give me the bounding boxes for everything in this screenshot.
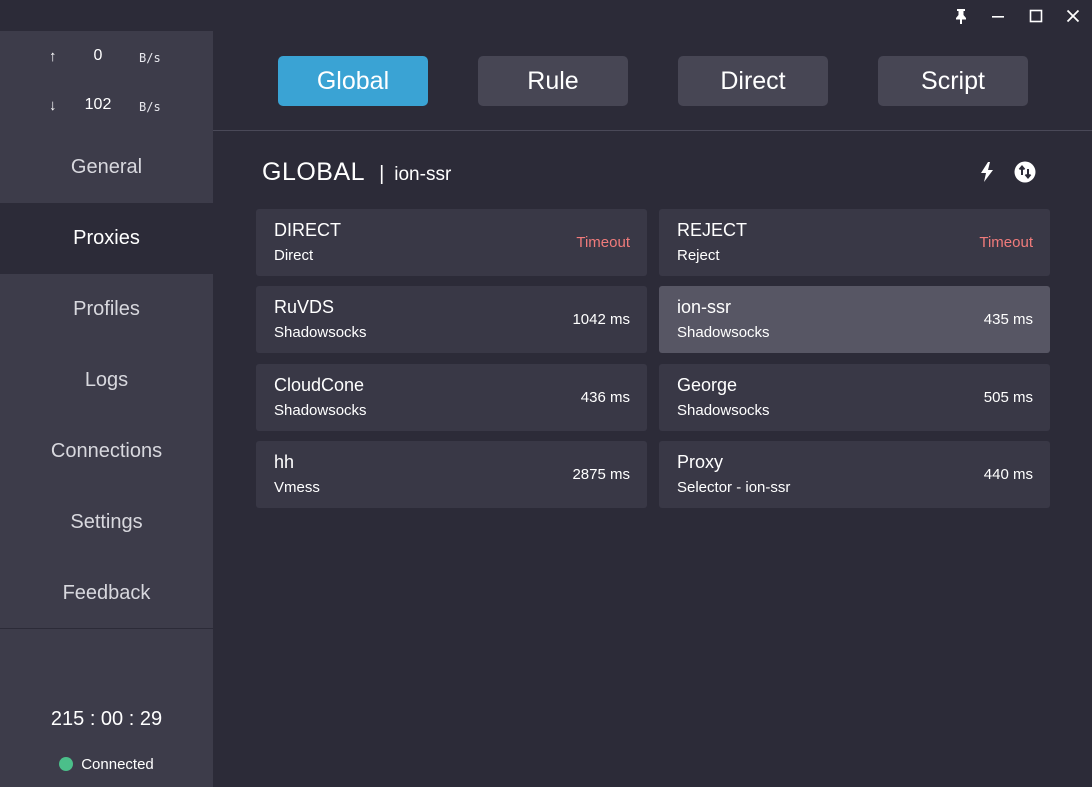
download-arrow-icon: ↓ [49, 97, 57, 114]
group-selected-proxy: ion-ssr [394, 164, 452, 185]
mode-direct-button[interactable]: Direct [678, 56, 828, 106]
sidebar-item-profiles[interactable]: Profiles [0, 274, 213, 345]
upload-arrow-icon: ↑ [49, 48, 57, 65]
proxy-card-reject[interactable]: REJECT Reject Timeout [659, 209, 1050, 276]
proxy-card-proxy[interactable]: Proxy Selector - ion-ssr 440 ms [659, 441, 1050, 508]
proxy-name: George [677, 375, 738, 395]
sidebar-item-feedback[interactable]: Feedback [0, 558, 213, 629]
pin-icon[interactable] [943, 0, 979, 31]
maximize-icon[interactable] [1018, 0, 1054, 31]
proxy-delay[interactable]: 505 ms [984, 389, 1033, 406]
download-speed: ↓ 102 B/s [0, 94, 213, 118]
proxy-delay[interactable]: 2875 ms [572, 466, 630, 483]
proxy-name: RuVDS [274, 297, 335, 317]
sidebar-item-connections[interactable]: Connections [0, 416, 213, 487]
status-dot-icon [59, 757, 74, 771]
proxy-card-ruvds[interactable]: RuVDS Shadowsocks 1042 ms [256, 286, 647, 353]
lightning-icon[interactable] [975, 160, 999, 184]
sidebar-item-settings[interactable]: Settings [0, 487, 213, 558]
proxy-name: CloudCone [274, 375, 365, 395]
proxy-type: Selector - ion-ssr [677, 479, 791, 496]
uptime-timer: 215 : 00 : 29 [50, 708, 163, 730]
close-icon[interactable] [1055, 0, 1091, 31]
proxy-name: Proxy [677, 452, 724, 472]
proxy-type: Shadowsocks [274, 324, 367, 341]
proxy-group-header: GLOBAL | ion-ssr [262, 158, 451, 192]
connection-status: Connected [0, 754, 213, 774]
upload-unit: B/s [139, 51, 161, 65]
mode-global-button[interactable]: Global [278, 56, 428, 106]
proxy-type: Reject [677, 247, 720, 264]
mode-rule-button[interactable]: Rule [478, 56, 628, 106]
proxy-type: Shadowsocks [677, 402, 770, 419]
sidebar-item-logs[interactable]: Logs [0, 345, 213, 416]
proxy-name: REJECT [677, 220, 748, 240]
download-value: 102 [84, 96, 112, 113]
proxy-name: hh [274, 452, 295, 472]
upload-speed: ↑ 0 B/s [0, 45, 213, 69]
proxy-card-cloudcone[interactable]: CloudCone Shadowsocks 436 ms [256, 364, 647, 431]
download-unit: B/s [139, 100, 161, 114]
proxy-delay[interactable]: 1042 ms [572, 311, 630, 328]
proxy-type: Shadowsocks [274, 402, 367, 419]
group-separator: | [379, 163, 385, 185]
mode-bar: Global Rule Direct Script [213, 31, 1092, 131]
sidebar-divider [0, 628, 213, 629]
proxy-card-hh[interactable]: hh Vmess 2875 ms [256, 441, 647, 508]
proxy-delay[interactable]: 435 ms [984, 311, 1033, 328]
sidebar-item-general[interactable]: General [0, 132, 213, 203]
proxy-type: Shadowsocks [677, 324, 770, 341]
sidebar: ↑ 0 B/s ↓ 102 B/s General Proxies Profil… [0, 31, 213, 787]
sidebar-item-proxies[interactable]: Proxies [0, 203, 213, 274]
proxy-name: ion-ssr [677, 297, 732, 317]
proxy-card-george[interactable]: George Shadowsocks 505 ms [659, 364, 1050, 431]
upload-value: 0 [93, 47, 103, 64]
proxy-name: DIRECT [274, 220, 341, 240]
proxy-type: Vmess [274, 479, 320, 496]
title-bar [0, 0, 1092, 31]
proxy-card-ion-ssr[interactable]: ion-ssr Shadowsocks 435 ms [659, 286, 1050, 353]
proxy-delay[interactable]: 436 ms [581, 389, 630, 406]
minimize-icon[interactable] [980, 0, 1016, 31]
proxy-card-direct[interactable]: DIRECT Direct Timeout [256, 209, 647, 276]
proxy-type: Direct [274, 247, 314, 264]
mode-script-button[interactable]: Script [878, 56, 1028, 106]
group-name: GLOBAL [262, 158, 366, 186]
proxy-delay[interactable]: Timeout [576, 234, 630, 251]
status-label: Connected [81, 755, 154, 773]
traffic-panel: ↑ 0 B/s ↓ 102 B/s [0, 31, 213, 131]
proxy-delay[interactable]: Timeout [979, 234, 1033, 251]
refresh-icon[interactable] [1013, 160, 1037, 184]
proxy-delay[interactable]: 440 ms [984, 466, 1033, 483]
